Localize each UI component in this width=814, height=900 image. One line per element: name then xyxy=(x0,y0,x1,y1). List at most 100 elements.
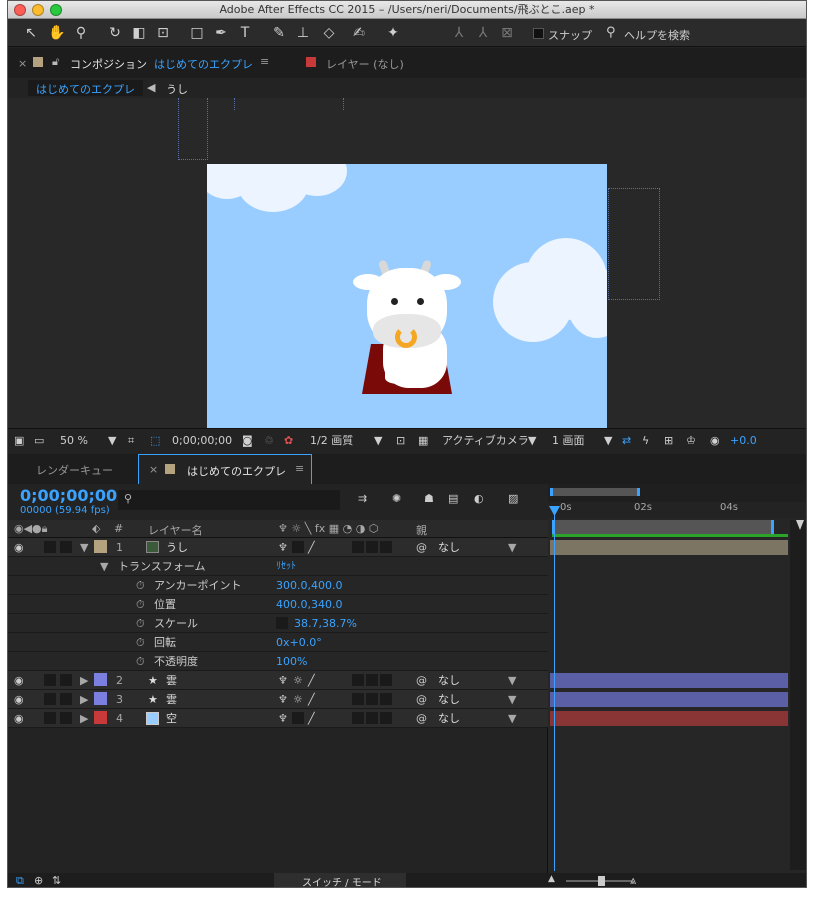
chevron-down-icon[interactable]: ▼ xyxy=(528,433,536,449)
eye-icon[interactable]: ◉ xyxy=(14,712,24,725)
layer-row[interactable]: ◉ ▼ 1 うし ♆ ╱ @ なし ▼ xyxy=(8,538,548,557)
puppet-pin-icon[interactable]: ✦ xyxy=(382,23,404,43)
zoom-window-button[interactable] xyxy=(50,4,62,16)
pickwhip-icon[interactable]: @ xyxy=(416,712,427,725)
solo-switch[interactable] xyxy=(44,674,56,686)
layer-name[interactable]: うし xyxy=(166,541,188,554)
monitor-icon[interactable]: ▭ xyxy=(34,433,44,449)
pan-behind-icon[interactable]: ⊡ xyxy=(152,23,174,43)
text-icon[interactable]: T xyxy=(234,23,256,43)
eraser-icon[interactable]: ◇ xyxy=(318,23,340,43)
property-value[interactable]: 38.7,38.7% xyxy=(294,617,357,630)
draft-3d-icon[interactable]: ✺ xyxy=(392,492,401,505)
minimize-window-button[interactable] xyxy=(32,4,44,16)
3d-switch[interactable] xyxy=(380,693,392,705)
label-color[interactable] xyxy=(94,540,107,553)
motion-blur-icon[interactable]: ◐ xyxy=(474,492,484,505)
eye-icon[interactable]: ◉ xyxy=(14,674,24,687)
layer-name[interactable]: 雲 xyxy=(166,693,177,706)
eye-icon[interactable]: ◉ xyxy=(14,693,24,706)
property-row[interactable]: ⏱ 不透明度 100% xyxy=(8,652,548,671)
comp-canvas[interactable] xyxy=(207,164,607,428)
layer-name[interactable]: 空 xyxy=(166,712,177,725)
chevron-down-icon[interactable]: ▼ xyxy=(604,433,612,449)
tab-render-queue[interactable]: レンダーキュー xyxy=(36,462,113,478)
panel-menu-icon[interactable]: ≡ xyxy=(295,462,304,475)
pickwhip-icon[interactable]: @ xyxy=(416,674,427,687)
stopwatch-icon[interactable]: ⏱ xyxy=(136,636,145,649)
snapshot-icon[interactable]: ◙ xyxy=(242,433,253,449)
timeline-timecode[interactable]: 0;00;00;00 xyxy=(20,486,117,505)
layer-duration-bar[interactable] xyxy=(550,692,788,707)
property-row[interactable]: ⏱ アンカーポイント 300.0,400.0 xyxy=(8,576,548,595)
adjust-switch[interactable] xyxy=(366,693,378,705)
comp-mini-flowchart-icon[interactable]: ⇉ xyxy=(358,492,367,505)
expand-arrow-icon[interactable]: ▶ xyxy=(80,674,88,687)
quality-switch-icon[interactable]: ╱ xyxy=(308,693,315,706)
in-out-toggle-icon[interactable]: ⇅ xyxy=(52,874,61,887)
rectangle-icon[interactable]: □ xyxy=(186,23,208,43)
solo-switch[interactable] xyxy=(44,693,56,705)
chevron-down-icon[interactable]: ▼ xyxy=(508,712,516,725)
property-value[interactable]: 0x+0.0° xyxy=(276,636,322,649)
stopwatch-icon[interactable]: ⏱ xyxy=(136,617,145,630)
fast-preview-icon[interactable]: ϟ xyxy=(642,433,649,449)
layer-row[interactable]: ◉ ▶ 2 ★ 雲 ♆ ☼ ╱ @ なし ▼ xyxy=(8,671,548,690)
collapse-switch-icon[interactable]: ☼ xyxy=(293,674,303,687)
layer-duration-bar[interactable] xyxy=(550,711,788,726)
modes-toggle-icon[interactable]: ⊕ xyxy=(34,874,43,887)
lock-switch[interactable] xyxy=(60,712,72,724)
transparency-grid-icon[interactable]: ▦ xyxy=(418,433,428,449)
expand-arrow-icon[interactable]: ▼ xyxy=(80,541,88,554)
property-value[interactable]: 400.0,340.0 xyxy=(276,598,342,611)
rotate-icon[interactable]: ↻ xyxy=(104,23,126,43)
solo-switch[interactable] xyxy=(44,541,56,553)
adjust-switch[interactable] xyxy=(366,712,378,724)
lock-icon[interactable]: 🔓︎ xyxy=(52,55,59,69)
toggle-pixel-aspect-icon[interactable]: ⇄ xyxy=(622,433,631,449)
zoom-select[interactable]: 50 % xyxy=(60,433,88,449)
chevron-down-icon[interactable]: ▼ xyxy=(508,693,516,706)
work-area-bar[interactable] xyxy=(552,520,774,534)
stopwatch-icon[interactable]: ⏱ xyxy=(136,655,145,668)
selection-arrow-icon[interactable]: ↖ xyxy=(20,23,42,43)
adjust-switch[interactable] xyxy=(366,674,378,686)
zoom-slider-handle[interactable] xyxy=(598,876,605,886)
parent-select[interactable]: なし xyxy=(438,674,460,687)
parent-select[interactable]: なし xyxy=(438,693,460,706)
clone-stamp-icon[interactable]: ⊥ xyxy=(292,23,314,43)
exposure-reset-icon[interactable]: ◉ xyxy=(710,433,720,449)
pickwhip-icon[interactable]: @ xyxy=(416,693,427,706)
zoom-icon[interactable]: ⚲ xyxy=(70,23,92,43)
navigator-handle[interactable] xyxy=(550,488,640,496)
camera-icon[interactable]: ◧ xyxy=(128,23,150,43)
layer-list-empty-area[interactable] xyxy=(8,728,548,874)
shy-switch-icon[interactable]: ♆ xyxy=(278,712,288,725)
layer-row[interactable]: ◉ ▶ 3 ★ 雲 ♆ ☼ ╱ @ なし ▼ xyxy=(8,690,548,709)
layer-search-input[interactable] xyxy=(118,490,340,510)
transform-group[interactable]: ▼ トランスフォーム ﾘｾｯﾄ xyxy=(8,557,548,576)
world-axis-icon[interactable]: ⅄ xyxy=(472,23,494,43)
show-snapshot-icon[interactable]: ♲ xyxy=(264,433,274,449)
chevron-down-icon[interactable]: ▼ xyxy=(374,433,382,449)
quality-switch-icon[interactable]: ╱ xyxy=(308,712,315,725)
camera-select[interactable]: アクティブカメラ xyxy=(442,433,529,449)
blend-switch[interactable] xyxy=(352,674,364,686)
timeline-icon[interactable]: ⊞ xyxy=(664,433,673,449)
property-row[interactable]: ⏱ スケール 38.7,38.7% xyxy=(8,614,548,633)
resolution-select[interactable]: 1/2 画質 xyxy=(310,433,353,449)
close-tab-icon[interactable]: × xyxy=(18,57,27,70)
chevron-down-icon[interactable]: ▼ xyxy=(508,541,516,554)
current-time-indicator[interactable] xyxy=(554,506,555,871)
help-search-field[interactable]: ヘルプを検索 xyxy=(624,27,690,43)
current-time[interactable]: 0;00;00;00 xyxy=(172,433,232,449)
collapse-switch-icon[interactable]: ☼ xyxy=(293,693,303,706)
collapse-switch[interactable] xyxy=(292,712,304,724)
shy-icon[interactable]: ☗ xyxy=(424,492,434,505)
always-preview-icon[interactable]: ▣ xyxy=(14,433,24,449)
layer-name[interactable]: 雲 xyxy=(166,674,177,687)
lock-switch[interactable] xyxy=(60,541,72,553)
snap-checkbox[interactable] xyxy=(533,28,544,39)
layer-switches-toggle-icon[interactable]: ⧉ xyxy=(16,874,24,887)
shy-switch-icon[interactable]: ♆ xyxy=(278,541,288,554)
